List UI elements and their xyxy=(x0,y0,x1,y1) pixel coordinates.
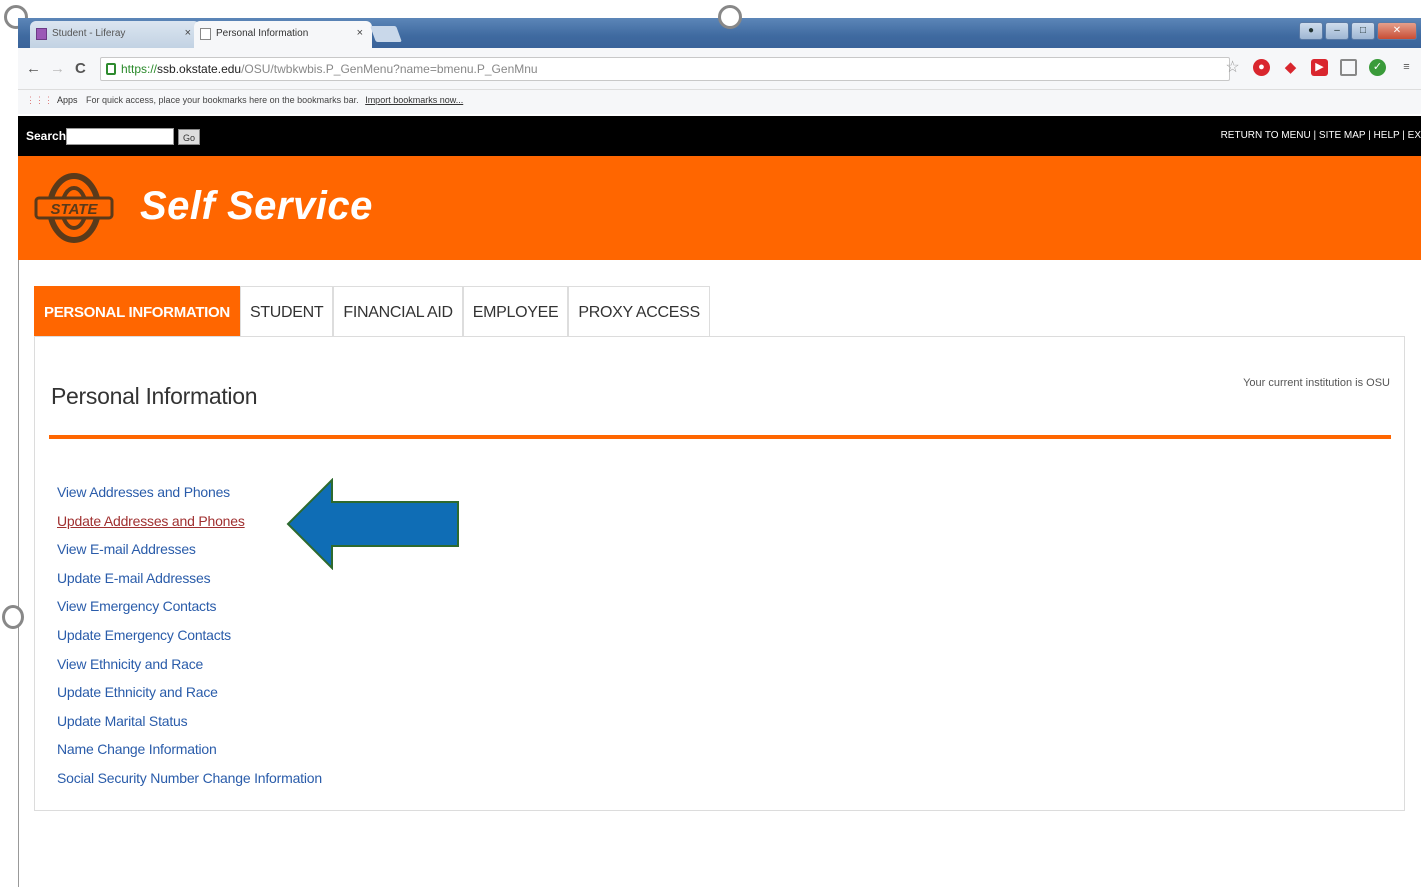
minimize-icon[interactable]: – xyxy=(1325,22,1349,40)
bookmarks-bar: ⋮⋮⋮ Apps For quick access, place your boo… xyxy=(18,90,1421,114)
tab-student[interactable]: STUDENT xyxy=(239,286,334,337)
forward-arrow-icon[interactable]: → xyxy=(50,60,65,77)
adblock-icon[interactable]: ● xyxy=(1253,59,1270,76)
site-utility-bar: Search Go RETURN TO MENU | SITE MAP | HE… xyxy=(18,116,1421,156)
site-banner: STATE Self Service xyxy=(18,156,1421,260)
bookmarks-hint: For quick access, place your bookmarks h… xyxy=(86,95,359,105)
osu-logo-icon[interactable]: STATE xyxy=(34,172,114,244)
tab-employee[interactable]: EMPLOYEE xyxy=(462,286,569,337)
url-path: /OSU/twbkwbis.P_GenMenu?name=bmenu.P_Gen… xyxy=(241,62,538,76)
url-scheme: https:// xyxy=(121,62,158,76)
link-view-ethnicity-race[interactable]: View Ethnicity and Race xyxy=(57,656,322,685)
annotation-arrow-icon xyxy=(286,478,459,570)
extension-icons: ☆ ● ◆ ▶ ✓ ≡ xyxy=(1224,59,1415,76)
annotation-handle xyxy=(718,5,742,29)
import-bookmarks-link[interactable]: Import bookmarks now... xyxy=(365,95,463,105)
link-name-change-information[interactable]: Name Change Information xyxy=(57,741,322,770)
tab-financial-aid[interactable]: FINANCIAL AID xyxy=(333,286,463,337)
link-ssn-change-information[interactable]: Social Security Number Change Informatio… xyxy=(57,770,322,799)
shield-extension-icon[interactable]: ✓ xyxy=(1369,59,1386,76)
maximize-icon[interactable]: □ xyxy=(1351,22,1375,40)
page-favicon-icon xyxy=(200,28,211,40)
browser-tab-personal-information[interactable]: Personal Information × xyxy=(194,21,372,48)
bookmark-star-icon[interactable]: ☆ xyxy=(1224,59,1241,76)
content-panel: Personal Information Your current instit… xyxy=(34,336,1405,811)
link-update-addresses-phones[interactable]: Update Addresses and Phones xyxy=(57,513,322,542)
page-edge xyxy=(18,260,19,887)
link-update-marital-status[interactable]: Update Marital Status xyxy=(57,713,322,742)
link-view-emergency-contacts[interactable]: View Emergency Contacts xyxy=(57,598,322,627)
search-input[interactable] xyxy=(66,128,174,145)
tab-close-icon[interactable]: × xyxy=(357,27,363,39)
liferay-favicon-icon xyxy=(36,28,47,40)
window-controls: ● – □ ✕ xyxy=(1299,22,1417,42)
secure-lock-icon xyxy=(106,63,116,75)
logo-text: STATE xyxy=(51,201,99,218)
screenshot-root: Student - Liferay × Personal Information… xyxy=(0,0,1421,887)
audio-extension-icon[interactable]: ◆ xyxy=(1282,59,1299,76)
title-divider xyxy=(49,435,1391,439)
url-host: ssb.okstate.edu xyxy=(157,62,242,76)
browser-tab-student-liferay[interactable]: Student - Liferay × xyxy=(30,21,200,48)
user-menu-icon[interactable]: ● xyxy=(1299,22,1323,40)
screenshot-extension-icon[interactable] xyxy=(1340,59,1357,76)
chrome-menu-icon[interactable]: ≡ xyxy=(1398,59,1415,76)
page-title: Personal Information xyxy=(51,383,258,409)
tab-proxy-access[interactable]: PROXY ACCESS xyxy=(568,286,710,337)
tab-personal-information[interactable]: PERSONAL INFORMATION xyxy=(34,286,240,337)
top-links[interactable]: RETURN TO MENU | SITE MAP | HELP | EX xyxy=(1221,130,1421,141)
link-view-email-addresses[interactable]: View E-mail Addresses xyxy=(57,541,322,570)
search-go-button[interactable]: Go xyxy=(178,129,200,145)
institution-note: Your current institution is OSU xyxy=(1243,377,1390,389)
main-nav-tabs: PERSONAL INFORMATION STUDENT FINANCIAL A… xyxy=(34,286,710,337)
link-update-emergency-contacts[interactable]: Update Emergency Contacts xyxy=(57,627,322,656)
link-update-ethnicity-race[interactable]: Update Ethnicity and Race xyxy=(57,684,322,713)
youtube-extension-icon[interactable]: ▶ xyxy=(1311,59,1328,76)
address-bar[interactable]: https://ssb.okstate.edu/OSU/twbkwbis.P_G… xyxy=(100,57,1230,81)
annotation-handle xyxy=(2,605,24,629)
browser-tab-label: Student - Liferay xyxy=(52,28,126,39)
apps-shortcut[interactable]: Apps xyxy=(57,95,78,105)
browser-toolbar: ← → C https://ssb.okstate.edu/OSU/twbkwb… xyxy=(18,48,1421,90)
close-window-icon[interactable]: ✕ xyxy=(1377,22,1417,40)
back-arrow-icon[interactable]: ← xyxy=(26,60,41,77)
browser-tab-label: Personal Information xyxy=(216,28,309,39)
menu-links: View Addresses and Phones Update Address… xyxy=(57,484,322,799)
search-label: Search xyxy=(26,129,67,143)
apps-grid-icon: ⋮⋮⋮ xyxy=(26,95,53,105)
link-view-addresses-phones[interactable]: View Addresses and Phones xyxy=(57,484,322,513)
reload-icon[interactable]: C xyxy=(75,60,86,77)
site-title: Self Service xyxy=(140,184,373,228)
link-update-email-addresses[interactable]: Update E-mail Addresses xyxy=(57,570,322,599)
new-tab-button[interactable] xyxy=(370,26,402,42)
tab-close-icon[interactable]: × xyxy=(185,27,191,39)
